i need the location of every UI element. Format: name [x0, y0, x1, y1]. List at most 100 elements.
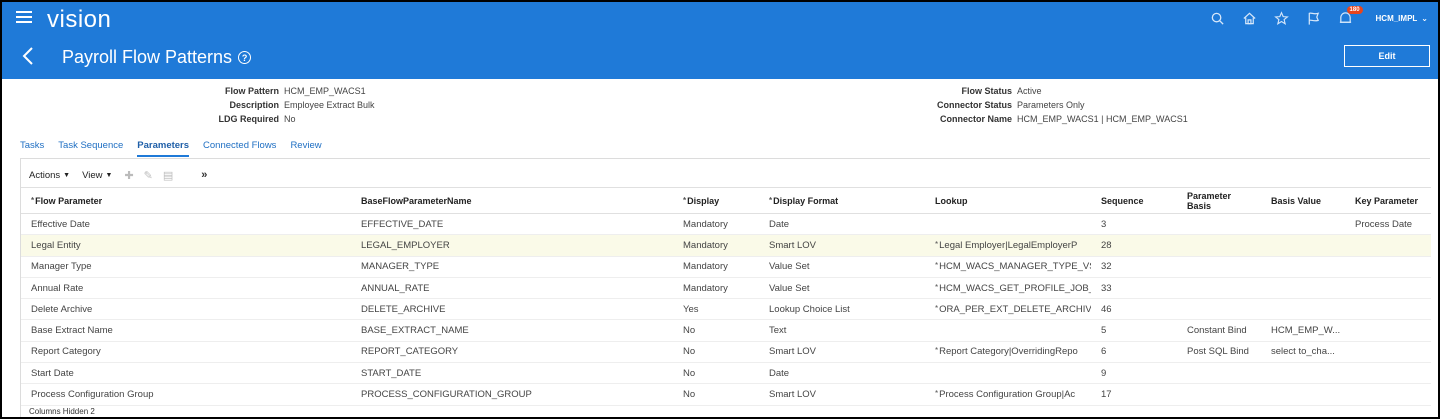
cell-base-flow-parameter-name: DELETE_ARCHIVE: [351, 298, 673, 321]
table-row[interactable]: Delete Archive DELETE_ARCHIVE Yes Lookup Ch…: [21, 298, 1431, 321]
cell-flow-parameter: Legal Entity: [21, 234, 351, 257]
tab-connected-flows[interactable]: Connected Flows: [203, 140, 276, 157]
table-row[interactable]: Process Configuration Group PROCESS_CONFI…: [21, 383, 1431, 406]
cell-parameter-basis: [1177, 234, 1261, 257]
cell-lookup: [925, 362, 1091, 385]
cell-base-flow-parameter-name: REPORT_CATEGORY: [351, 341, 673, 364]
edit-button[interactable]: Edit: [1344, 45, 1430, 67]
cell-lookup: *HCM_WACS_MANAGER_TYPE_VS: [925, 256, 1091, 278]
cell-lookup: *ORA_PER_EXT_DELETE_ARCHIVE: [925, 298, 1091, 321]
view-label: View: [82, 169, 103, 181]
cell-sequence: 3: [1091, 213, 1177, 236]
overflow-more-icon[interactable]: »: [201, 169, 207, 181]
description-value: Employee Extract Bulk: [284, 100, 375, 110]
actions-menu[interactable]: Actions ▼: [29, 170, 70, 181]
cell-flow-parameter: Start Date: [21, 362, 351, 385]
flow-pattern-value: HCM_EMP_WACS1: [284, 86, 366, 96]
cell-parameter-basis: [1177, 383, 1261, 406]
flag-icon[interactable]: [1298, 2, 1330, 35]
description-label: Description: [229, 100, 279, 110]
column-header-flow-parameter[interactable]: *Flow Parameter: [21, 187, 351, 214]
help-icon[interactable]: ?: [238, 51, 252, 64]
notification-badge: 180: [1346, 6, 1363, 14]
flow-pattern-details: Flow Pattern HCM_EMP_WACS1 Description Emp…: [162, 84, 375, 126]
table-row[interactable]: Legal Entity LEGAL_EMPLOYER Mandatory Smart…: [21, 234, 1431, 257]
cell-sequence: 9: [1091, 362, 1177, 385]
cell-base-flow-parameter-name: EFFECTIVE_DATE: [351, 213, 673, 236]
view-menu[interactable]: View ▼: [82, 170, 112, 181]
cell-sequence: 33: [1091, 277, 1177, 300]
table-header-row: *Flow Parameter BaseFlowParameterName *D…: [21, 187, 1431, 214]
cell-flow-parameter: Manager Type: [21, 256, 351, 278]
column-header-lookup[interactable]: Lookup: [925, 187, 1091, 214]
back-arrow-icon[interactable]: [20, 45, 36, 67]
table-row[interactable]: Report Category REPORT_CATEGORY No Smart LO…: [21, 341, 1431, 364]
flow-pattern-label: Flow Pattern: [224, 86, 279, 96]
table-row[interactable]: Annual Rate ANNUAL_RATE Mandatory Value Set…: [21, 277, 1431, 300]
notifications-bell-icon[interactable]: 180: [1330, 2, 1363, 35]
table-row[interactable]: Manager Type MANAGER_TYPE Mandatory Value S…: [21, 256, 1431, 278]
tab-parameters[interactable]: Parameters: [137, 140, 190, 157]
cell-flow-parameter: Base Extract Name: [21, 319, 351, 342]
cell-display: Mandatory: [673, 277, 759, 300]
column-header-sequence[interactable]: Sequence: [1091, 187, 1177, 214]
cell-display: No: [673, 319, 759, 342]
search-icon[interactable]: [1202, 2, 1234, 35]
menu-icon[interactable]: [16, 11, 32, 25]
cell-sequence: 6: [1091, 341, 1177, 364]
cell-basis-value: select to_cha...: [1261, 341, 1345, 364]
actions-label: Actions: [29, 169, 61, 181]
cell-basis-value: [1261, 256, 1345, 278]
table-row[interactable]: Base Extract Name BASE_EXTRACT_NAME No Text…: [21, 319, 1431, 342]
column-header-parameter-basis[interactable]: Parameter Basis: [1177, 187, 1261, 214]
page-title-text: Payroll Flow Patterns: [62, 47, 233, 67]
cell-base-flow-parameter-name: BASE_EXTRACT_NAME: [351, 319, 673, 342]
table-row[interactable]: Effective Date EFFECTIVE_DATE Mandatory Dat…: [21, 213, 1431, 236]
flow-status-details: Flow Status Active Connector Status Parame…: [862, 84, 1188, 126]
cell-base-flow-parameter-name: PROCESS_CONFIGURATION_GROUP: [351, 383, 673, 406]
brand-logo[interactable]: vision: [47, 6, 111, 34]
column-header-key-parameter[interactable]: Key Parameter: [1345, 187, 1431, 214]
cell-key-parameter: [1345, 383, 1431, 406]
cell-base-flow-parameter-name: LEGAL_EMPLOYER: [351, 234, 673, 257]
cell-sequence: 17: [1091, 383, 1177, 406]
tab-tasks[interactable]: Tasks: [20, 140, 44, 157]
user-menu[interactable]: HCM_IMPL ⌄: [1376, 14, 1428, 23]
cell-display: Mandatory: [673, 256, 759, 278]
detach-icon[interactable]: ▤: [163, 169, 173, 182]
page-title: Payroll Flow Patterns ?: [62, 47, 252, 68]
cell-base-flow-parameter-name: MANAGER_TYPE: [351, 256, 673, 278]
cell-display-format: Value Set: [759, 277, 925, 300]
cell-key-parameter: [1345, 256, 1431, 278]
cell-flow-parameter: Process Configuration Group: [21, 383, 351, 406]
column-header-base-flow-parameter-name[interactable]: BaseFlowParameterName: [351, 187, 673, 214]
column-header-basis-value[interactable]: Basis Value: [1261, 187, 1345, 214]
table-row[interactable]: Start Date START_DATE No Date 9: [21, 362, 1431, 385]
tab-task-sequence[interactable]: Task Sequence: [58, 140, 123, 157]
cell-basis-value: [1261, 213, 1345, 236]
cell-display-format: Value Set: [759, 256, 925, 278]
header-icons: 180 HCM_IMPL ⌄: [1202, 2, 1428, 35]
cell-display: Yes: [673, 298, 759, 321]
columns-hidden-status: Columns Hidden 2: [29, 407, 95, 416]
tab-review[interactable]: Review: [290, 140, 321, 157]
column-header-display[interactable]: *Display: [673, 187, 759, 214]
connector-name-value: HCM_EMP_WACS1 | HCM_EMP_WACS1: [1017, 114, 1188, 124]
caret-down-icon: ▼: [105, 171, 113, 179]
cell-parameter-basis: Constant Bind: [1177, 319, 1261, 342]
cell-key-parameter: Process Date: [1345, 213, 1431, 236]
cell-base-flow-parameter-name: ANNUAL_RATE: [351, 277, 673, 300]
favorites-star-icon[interactable]: [1266, 2, 1298, 35]
cell-lookup: [925, 319, 1091, 342]
page-header: Payroll Flow Patterns ? Edit: [2, 35, 1438, 79]
home-icon[interactable]: [1234, 2, 1266, 35]
chevron-down-icon: ⌄: [1421, 14, 1428, 23]
cell-key-parameter: [1345, 319, 1431, 342]
ldg-required-value: No: [284, 114, 296, 124]
add-icon[interactable]: ✚: [124, 169, 133, 182]
cell-key-parameter: [1345, 341, 1431, 364]
column-header-display-format[interactable]: *Display Format: [759, 187, 925, 214]
edit-pencil-icon[interactable]: ✎: [144, 169, 153, 182]
cell-display-format: Date: [759, 213, 925, 236]
cell-basis-value: [1261, 383, 1345, 406]
